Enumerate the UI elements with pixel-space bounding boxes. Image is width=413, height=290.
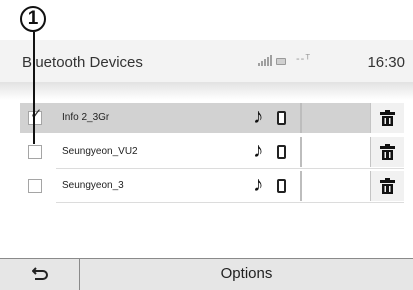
device-name: Seungyeon_3 [62,180,124,191]
device-row[interactable]: Seungyeon_VU2 ♪ [20,137,404,169]
back-arrow-icon [32,267,48,280]
signal-strength-icon [258,55,272,66]
bluetooth-devices-screen: Bluetooth Devices --ᵀ 16:30 ✓ Info 2_3Gr… [0,0,413,290]
device-name: Info 2_3Gr [62,112,110,123]
device-list: ✓ Info 2_3Gr ♪ Seungyeon_VU2 ♪ Seungyeon… [20,103,404,205]
back-button[interactable] [0,259,80,290]
row-separator [56,168,404,169]
callout-marker: 1 [20,6,46,32]
device-checkbox[interactable] [28,145,42,159]
row-divider [300,137,302,167]
device-row[interactable]: Seungyeon_3 ♪ [20,171,404,203]
music-icon: ♪ [253,173,264,196]
device-checkbox[interactable]: ✓ [28,107,43,125]
music-icon: ♪ [253,139,264,162]
clock: 16:30 [367,54,405,71]
phone-battery-icon [276,58,286,65]
phone-icon [277,145,286,159]
header-divider [0,82,413,100]
row-separator [56,202,404,203]
footer-bar: Options [0,258,413,290]
network-status-text: --ᵀ [296,53,312,65]
callout-leader-line [33,32,35,144]
options-button[interactable]: Options [80,259,413,290]
trash-icon [380,178,395,194]
phone-icon [277,111,286,125]
device-checkbox[interactable] [28,179,42,193]
trash-icon [380,110,395,126]
row-divider [300,171,302,201]
delete-device-button[interactable] [370,171,404,201]
check-icon: ✓ [30,106,43,123]
trash-icon [380,144,395,160]
delete-device-button[interactable] [370,137,404,167]
device-row[interactable]: ✓ Info 2_3Gr ♪ [20,103,404,133]
status-header: Bluetooth Devices --ᵀ 16:30 [0,40,413,82]
row-divider [300,103,302,133]
music-icon: ♪ [253,105,264,128]
device-name: Seungyeon_VU2 [62,146,138,157]
delete-device-button[interactable] [370,103,404,133]
page-title: Bluetooth Devices [22,54,143,71]
phone-icon [277,179,286,193]
